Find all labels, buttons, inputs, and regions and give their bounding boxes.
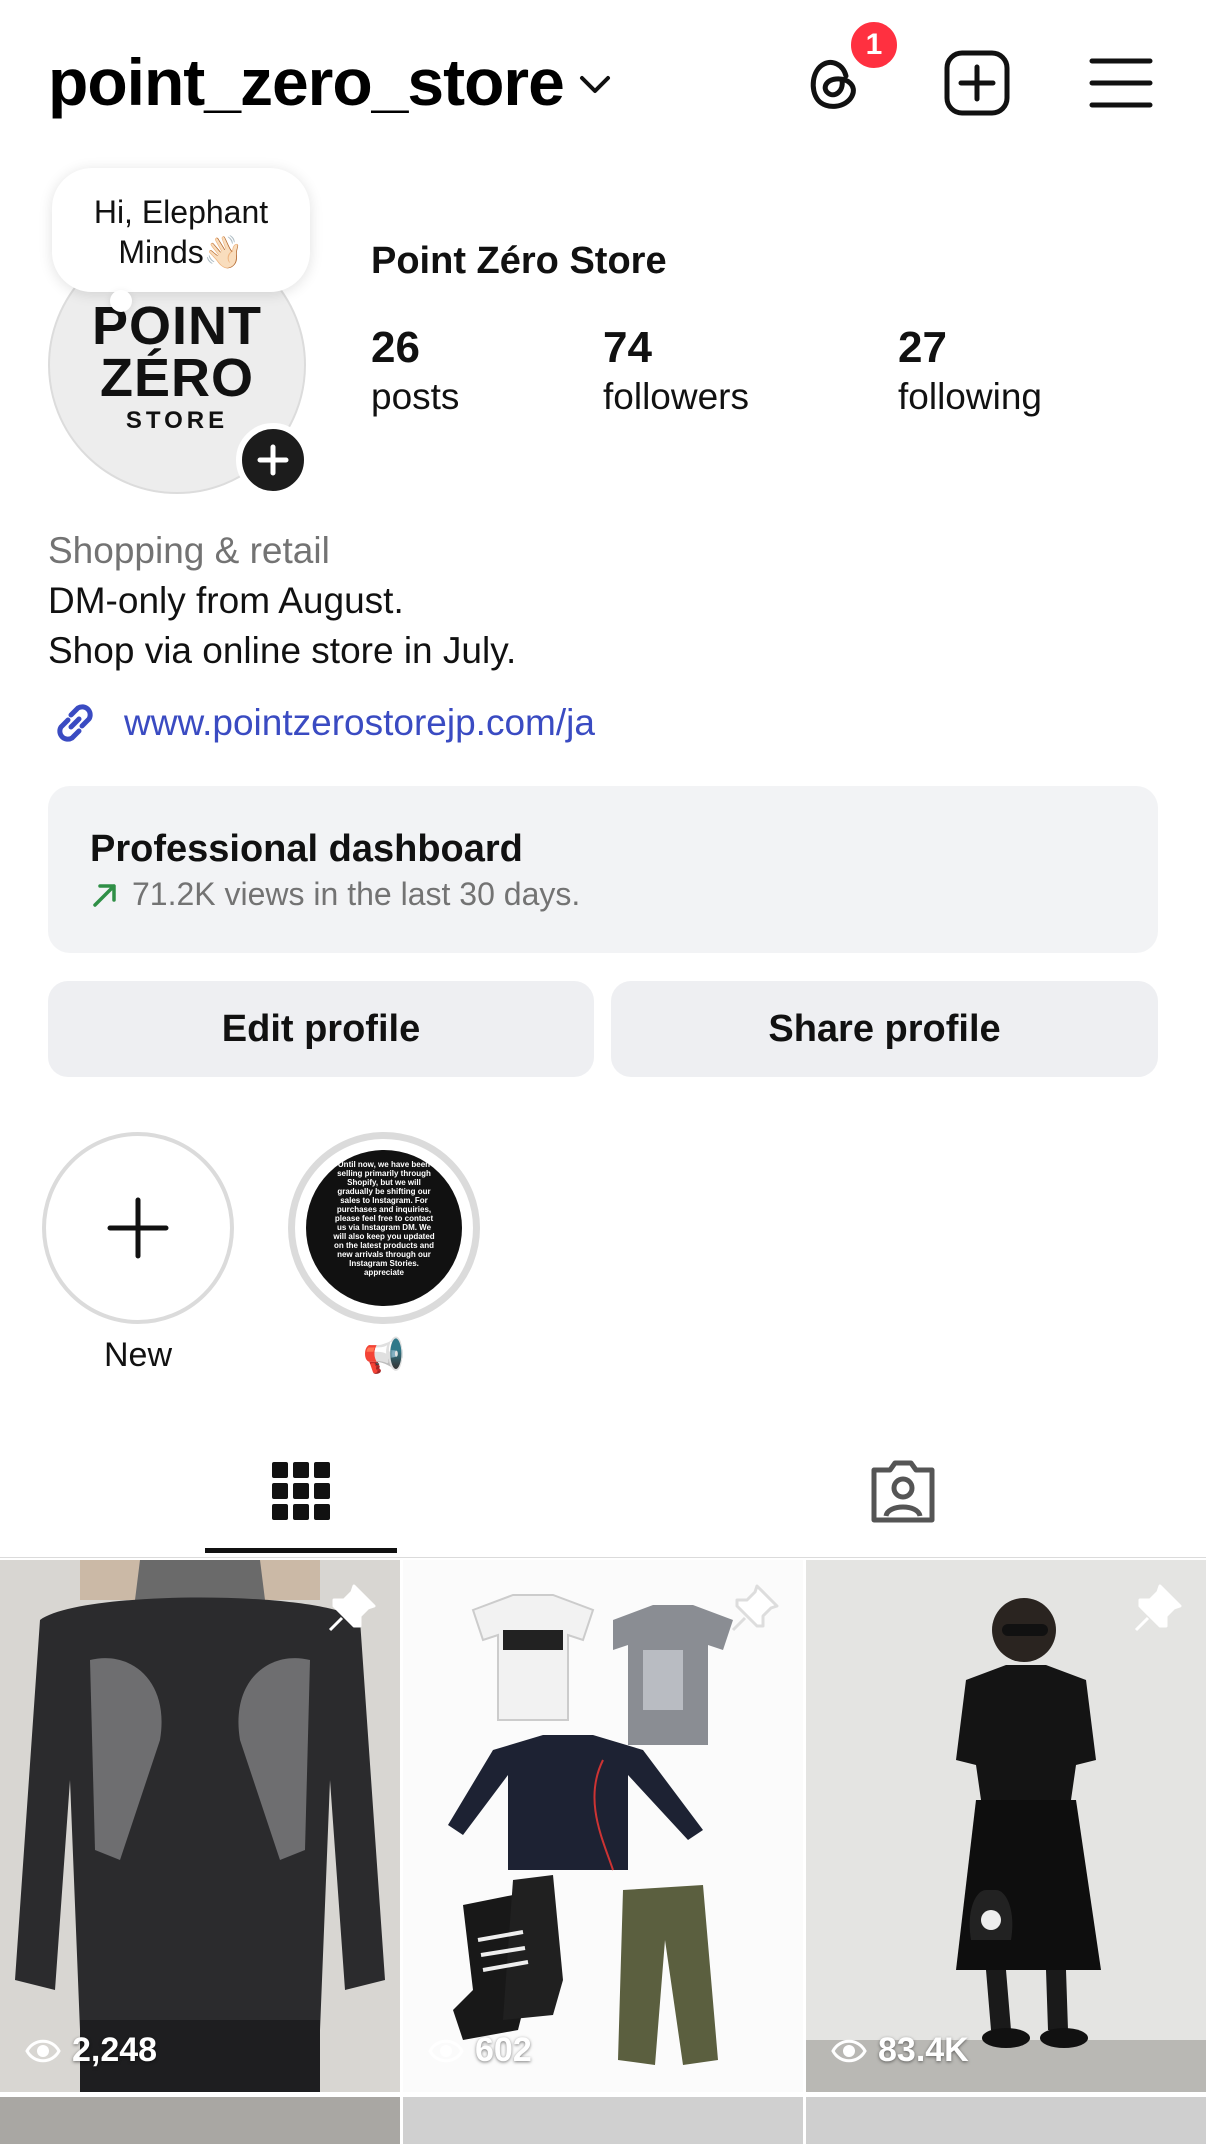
- pinned-icon: [324, 1580, 380, 1641]
- edit-profile-button[interactable]: Edit profile: [48, 981, 594, 1077]
- trend-up-arrow-icon: [93, 883, 116, 907]
- note-bubble-tail: [110, 290, 132, 312]
- dashboard-title: Professional dashboard: [90, 828, 523, 870]
- post-thumbnail-5[interactable]: [403, 2097, 803, 2144]
- menu-button[interactable]: [1086, 48, 1156, 118]
- dashboard-subtitle: 71.2K views in the last 30 days.: [132, 876, 581, 912]
- post-thumbnail-2[interactable]: 602: [403, 1560, 803, 2092]
- highlight-label: 📢: [362, 1337, 406, 1375]
- eye-icon: [25, 2039, 61, 2062]
- logo-line-2: ZÉRO: [99, 348, 254, 408]
- top-bar: point_zero_store 1: [0, 0, 1206, 165]
- hamburger-menu-icon: [1089, 58, 1153, 108]
- posts-stat[interactable]: 26 posts: [371, 322, 459, 420]
- tagged-person-icon: [871, 1460, 935, 1523]
- link-icon: [57, 704, 93, 742]
- post-thumbnail-4[interactable]: [0, 2097, 400, 2144]
- new-highlight-button[interactable]: [42, 1132, 234, 1324]
- category-label: Shopping & retail: [48, 530, 330, 571]
- plus-icon: [257, 444, 289, 476]
- share-profile-button[interactable]: Share profile: [611, 981, 1158, 1077]
- professional-dashboard[interactable]: Professional dashboard 71.2K views in th…: [48, 786, 1158, 953]
- post-thumbnail-1[interactable]: 2,248: [0, 1560, 400, 2092]
- dashboard-subtitle-row: 71.2K views in the last 30 days.: [90, 876, 580, 913]
- post-thumbnail-6[interactable]: [806, 2097, 1206, 2144]
- website-link[interactable]: www.pointzerostorejp.com/ja: [48, 696, 595, 750]
- plus-square-icon: [944, 50, 1010, 116]
- website-url: www.pointzerostorejp.com/ja: [124, 702, 595, 743]
- chevron-down-icon: [579, 76, 610, 93]
- username: point_zero_store: [48, 45, 565, 119]
- posts-label: posts: [371, 376, 460, 417]
- post-thumbnail-3[interactable]: 83.4K: [806, 1560, 1206, 2092]
- pinned-icon: [1130, 1580, 1186, 1641]
- following-count: 27: [898, 323, 947, 372]
- tab-grid[interactable]: [270, 1456, 332, 1531]
- following-label: following: [898, 376, 1042, 417]
- views-count-row: 83.4K: [830, 2031, 969, 2070]
- profile-tabs: [0, 1430, 1206, 1558]
- views-count: 83.4K: [878, 2031, 969, 2069]
- posts-count: 26: [371, 323, 420, 372]
- eye-icon: [831, 2039, 867, 2062]
- followers-count: 74: [603, 323, 652, 372]
- add-story-button[interactable]: [236, 423, 310, 497]
- store-logo: POINT ZÉRO STORE: [50, 296, 304, 438]
- views-count-row: 602: [427, 2031, 532, 2070]
- bio-line-1: DM-only from August.: [48, 580, 404, 621]
- following-stat[interactable]: 27 following: [898, 322, 1042, 420]
- pinned-icon: [727, 1580, 783, 1641]
- highlight-cover: Until now, we have been selling primaril…: [306, 1150, 462, 1306]
- plus-icon: [107, 1197, 169, 1259]
- display-name: Point Zéro Store: [371, 240, 667, 282]
- tab-tagged[interactable]: [868, 1456, 938, 1531]
- active-tab-indicator: [205, 1548, 397, 1553]
- grid-icon: [272, 1462, 330, 1520]
- new-highlight-label: New: [103, 1336, 173, 1374]
- note-text: Hi, Elephant Minds👋🏻: [93, 194, 269, 270]
- bio-line-2: Shop via online store in July.: [48, 630, 517, 671]
- logo-line-1: POINT: [91, 296, 262, 356]
- views-count: 2,248: [72, 2031, 158, 2069]
- note-bubble[interactable]: Hi, Elephant Minds👋🏻: [52, 168, 310, 292]
- story-highlight[interactable]: Until now, we have been selling primaril…: [288, 1132, 480, 1324]
- views-count: 602: [475, 2031, 532, 2069]
- views-count-row: 2,248: [24, 2031, 157, 2070]
- followers-stat[interactable]: 74 followers: [603, 322, 749, 420]
- notification-badge: 1: [847, 18, 901, 72]
- account-switcher[interactable]: point_zero_store: [48, 44, 612, 120]
- eye-icon: [428, 2039, 464, 2062]
- create-button[interactable]: [942, 48, 1012, 118]
- followers-label: followers: [603, 376, 749, 417]
